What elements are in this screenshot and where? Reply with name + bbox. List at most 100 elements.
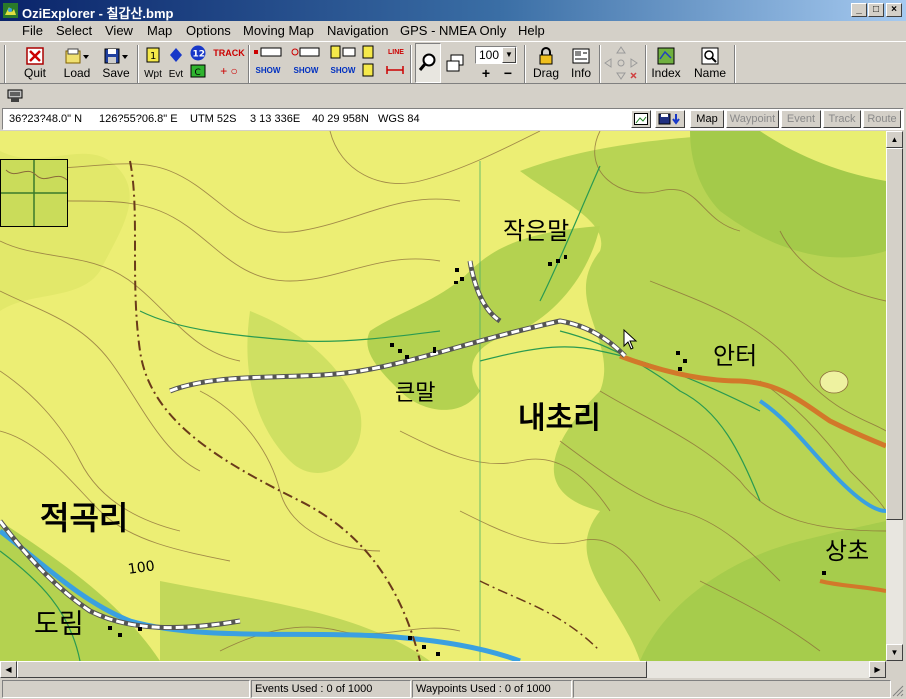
show-events-button[interactable]: SHOW (291, 63, 321, 79)
waypoint-icon: 1 (146, 47, 160, 63)
toolbar-grip (4, 45, 6, 83)
save-arrow-icon (658, 113, 680, 125)
route-list-button[interactable] (330, 45, 356, 61)
longitude: 126?55?06.8" E (99, 113, 178, 125)
route-delete-icon (362, 63, 374, 77)
tab-waypoint[interactable]: Waypoint (726, 110, 779, 128)
track-button[interactable]: TRACK (213, 45, 245, 61)
route-number-button[interactable]: 12 (189, 45, 209, 61)
status-bar: Events Used : 0 of 1000 Waypoints Used :… (0, 679, 906, 699)
zoom-select[interactable]: 100 ▼ (475, 46, 517, 64)
line-button[interactable]: LINE (385, 45, 407, 61)
quit-label: Quit (23, 66, 46, 80)
diamond-icon (170, 48, 182, 62)
horizontal-scroll-thumb[interactable] (17, 661, 647, 678)
map-label-keunmal: 큰말 (395, 381, 436, 406)
horizontal-scrollbar[interactable]: ◀ ▶ (0, 661, 886, 678)
zoom-out-button[interactable]: − (500, 65, 516, 81)
quit-button[interactable]: Quit (18, 43, 52, 83)
scroll-right-button[interactable]: ▶ (869, 661, 886, 678)
topographic-map (0, 131, 886, 661)
c-button[interactable]: C (189, 63, 209, 79)
plus-icon: + (481, 65, 491, 81)
route-number-icon: 12 (190, 45, 206, 61)
track-small-label: TRACK (213, 48, 245, 58)
load-button[interactable]: Load (60, 43, 94, 83)
menu-view[interactable]: View (105, 23, 133, 38)
easting: 3 13 336E (250, 113, 301, 125)
show-wpt-label: SHOW (255, 66, 281, 75)
menu-navigation[interactable]: Navigation (327, 23, 388, 38)
scroll-up-button[interactable]: ▲ (886, 131, 903, 148)
windows-icon (446, 54, 464, 72)
event-list-icon (291, 47, 320, 57)
zoom-value: 100 (479, 48, 500, 62)
main-toolbar: Quit Load Save 1 Wpt Evt 12 C TRACK + ○ … (0, 41, 906, 84)
show-waypoints-button[interactable]: SHOW (253, 63, 283, 79)
tab-event[interactable]: Event (781, 110, 821, 128)
datum: WGS 84 (378, 113, 420, 125)
chevron-down-icon[interactable]: ▼ (502, 47, 516, 63)
tab-route[interactable]: Route (863, 110, 901, 128)
plus-circle-icon: + ○ (220, 64, 238, 78)
menu-options[interactable]: Options (186, 23, 231, 38)
pan-arrows-icon (604, 46, 638, 80)
close-button[interactable]: × (886, 3, 902, 17)
new-waypoint-button[interactable]: 1 Wpt (142, 43, 164, 83)
drag-button[interactable]: Drag (529, 43, 563, 83)
map-label-sangcho: 상초 (825, 537, 870, 565)
toolbar-separator (137, 45, 139, 83)
menu-file[interactable]: File (22, 23, 43, 38)
index-button[interactable]: Index (649, 43, 683, 83)
show-route-label: SHOW (330, 66, 356, 75)
route-delete-button[interactable] (362, 63, 382, 79)
tab-map[interactable]: Map (690, 110, 724, 128)
minimize-button[interactable]: _ (851, 3, 867, 17)
picture-icon (634, 113, 648, 125)
vertical-scrollbar[interactable]: ▲ ▼ (886, 131, 903, 661)
route-edit-button[interactable] (362, 45, 382, 61)
overview-thumbnail[interactable] (0, 159, 68, 227)
measure-icon (386, 66, 404, 74)
tab-track[interactable]: Track (823, 110, 861, 128)
title-bar: OziExplorer - 칠갑산.bmp _ □ × (0, 0, 906, 21)
plus-circle-button[interactable]: + ○ (213, 63, 245, 79)
map-canvas[interactable]: 작은말 큰말 내초리 안터 적곡리 도림 상초 100 (0, 131, 886, 661)
index-map-icon (657, 47, 675, 65)
northing: 40 29 958N (312, 113, 369, 125)
maximize-button[interactable]: □ (868, 3, 884, 17)
save-button[interactable]: Save (99, 43, 133, 83)
save-map-button[interactable] (655, 110, 685, 128)
c-badge-icon: C (190, 64, 206, 78)
minus-icon: − (503, 65, 513, 81)
scroll-left-button[interactable]: ◀ (0, 661, 17, 678)
window-tool-button[interactable] (443, 43, 467, 83)
show-event-list-button[interactable] (291, 45, 321, 61)
map-label-jageunmal: 작은말 (503, 217, 570, 245)
show-route-button[interactable]: SHOW (330, 63, 356, 79)
menu-select[interactable]: Select (56, 23, 92, 38)
gps-icon[interactable] (6, 88, 24, 104)
info-button[interactable]: Info (565, 43, 597, 83)
toolbar-separator (410, 45, 412, 83)
map-image-button[interactable] (631, 110, 651, 128)
menu-gps[interactable]: GPS - NMEA Only (400, 23, 506, 38)
map-label-naechori: 내초리 (518, 401, 601, 436)
menu-map[interactable]: Map (147, 23, 172, 38)
menu-help[interactable]: Help (518, 23, 545, 38)
menu-moving-map[interactable]: Moving Map (243, 23, 314, 38)
new-event-button[interactable]: Evt (165, 43, 187, 83)
zoom-in-button[interactable]: + (478, 65, 494, 81)
vertical-scroll-thumb[interactable] (886, 148, 903, 520)
map-label-jeokgokri: 적곡리 (40, 499, 129, 537)
scroll-down-button[interactable]: ▼ (886, 644, 903, 661)
zoom-tool-button[interactable] (415, 43, 441, 83)
name-search-button[interactable]: Name (690, 43, 730, 83)
pan-buttons[interactable] (602, 43, 640, 83)
resize-grip-icon[interactable] (891, 684, 904, 697)
load-icon (65, 48, 89, 64)
map-label-anteo: 안터 (713, 342, 758, 370)
toolbar-separator (599, 45, 601, 83)
measure-button[interactable] (385, 63, 407, 79)
show-wpt-list-button[interactable] (253, 45, 283, 61)
